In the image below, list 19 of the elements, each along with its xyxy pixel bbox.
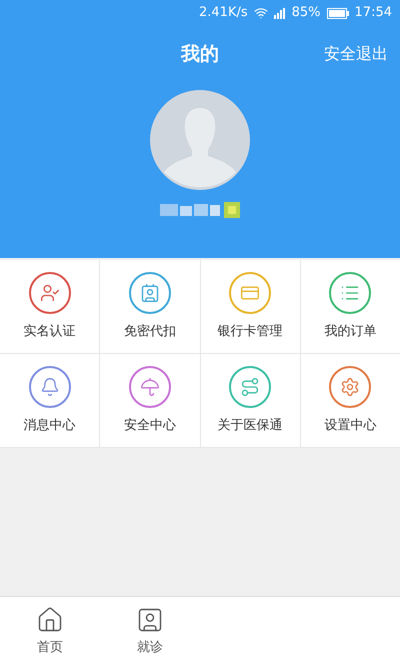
menu-item[interactable]: 银行卡管理 — [200, 260, 300, 353]
clock: 17:54 — [354, 4, 392, 22]
menu-item[interactable]: 设置中心 — [300, 354, 400, 447]
home-icon — [36, 606, 64, 634]
wifi-icon — [254, 6, 268, 20]
tab-item[interactable]: 首页 — [0, 597, 100, 666]
page-title: 我的 — [181, 42, 219, 67]
menu-item[interactable]: 安全中心 — [100, 354, 200, 447]
battery-percent: 85% — [292, 4, 321, 22]
menu-item[interactable]: 我的订单 — [300, 260, 400, 353]
menu-item[interactable]: 消息中心 — [0, 354, 100, 447]
battery-icon — [326, 8, 349, 18]
avatar-icon — [150, 90, 250, 190]
signal-icon — [274, 8, 286, 18]
network-speed: 2.41K/s — [199, 4, 248, 22]
tab-item[interactable]: 就诊 — [100, 597, 200, 666]
menu-item[interactable]: 实名认证 — [0, 260, 100, 353]
menu-item[interactable]: 关于医保通 — [200, 354, 300, 447]
menu-item[interactable]: 免密代扣 — [100, 260, 200, 353]
